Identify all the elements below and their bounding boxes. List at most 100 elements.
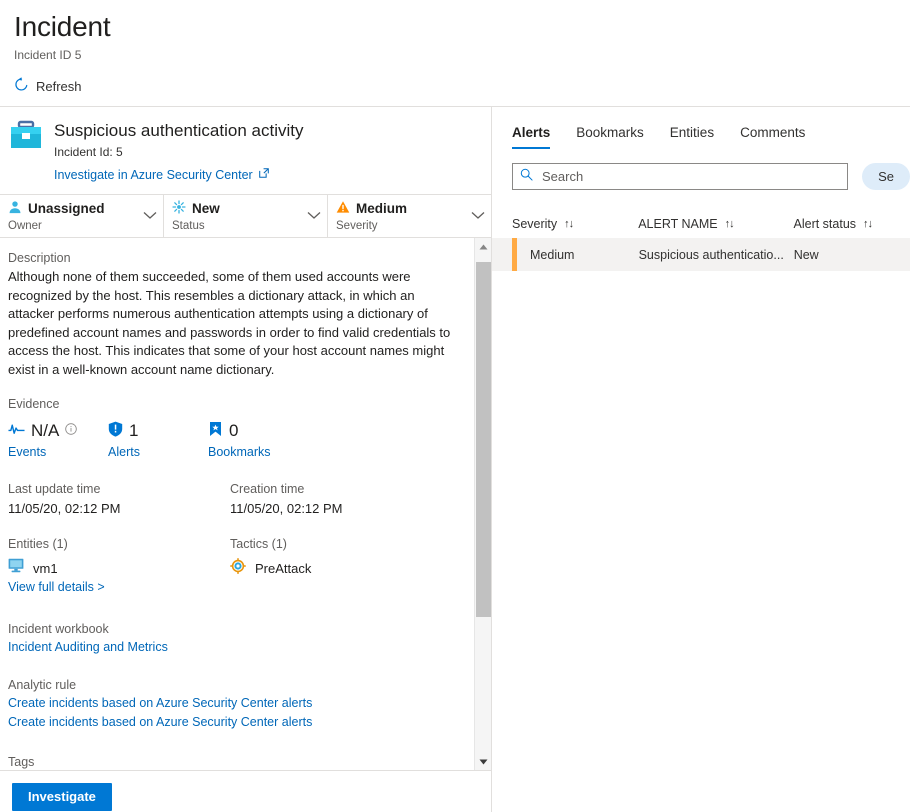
- evidence-item-bookmarks[interactable]: 0 Bookmarks: [208, 419, 308, 459]
- chevron-down-icon: [143, 207, 157, 225]
- external-link-icon: [258, 167, 270, 183]
- incident-detail-pane: Suspicious authentication activity Incid…: [0, 107, 492, 812]
- bookmarks-count: 0: [229, 421, 239, 440]
- cell-alert-status: New: [793, 247, 819, 262]
- sort-arrows-icon: ↑↓: [564, 218, 574, 230]
- search-row: Se: [492, 149, 910, 190]
- column-header-alert-name[interactable]: ALERT NAME ↑↓: [638, 217, 793, 231]
- incident-properties-bar: Unassigned Owner New Status Medium Sever…: [0, 194, 491, 238]
- events-label[interactable]: Events: [8, 445, 108, 459]
- column-header-severity[interactable]: Severity ↑↓: [512, 217, 638, 231]
- tab-comments[interactable]: Comments: [740, 125, 805, 149]
- tactics-block: Tactics (1) PreAttack: [230, 536, 452, 597]
- tags-label: Tags: [8, 755, 35, 769]
- incident-summary-header: Suspicious authentication activity Incid…: [0, 107, 491, 194]
- entities-label: Entities (1): [8, 537, 68, 551]
- column-header-severity-label: Severity: [512, 217, 558, 231]
- tab-alerts[interactable]: Alerts: [512, 125, 551, 149]
- view-full-details-link[interactable]: View full details >: [8, 578, 230, 597]
- workbook-label: Incident workbook: [8, 622, 109, 636]
- evidence-item-events[interactable]: N/A Events: [8, 419, 108, 459]
- description-section: Description Although none of them succee…: [8, 250, 460, 379]
- tab-bookmarks[interactable]: Bookmarks: [576, 125, 644, 149]
- workbook-section: Incident workbook Incident Auditing and …: [8, 621, 460, 657]
- owner-dropdown[interactable]: Unassigned Owner: [0, 195, 164, 237]
- entity-name: vm1: [33, 560, 58, 576]
- tactic-item: PreAttack: [230, 557, 452, 579]
- evidence-label: Evidence: [8, 397, 60, 411]
- investigate-button[interactable]: Investigate: [12, 782, 112, 811]
- table-row[interactable]: Medium Suspicious authenticatio... New: [492, 238, 910, 271]
- events-count: N/A: [31, 421, 60, 440]
- tab-list: Alerts Bookmarks Entities Comments: [492, 107, 910, 149]
- search-input[interactable]: [540, 168, 841, 185]
- details-scrollbar[interactable]: [474, 238, 491, 770]
- timestamps-section: Last update time 11/05/20, 02:12 PM Crea…: [8, 481, 460, 518]
- bookmark-icon: [208, 421, 223, 442]
- refresh-icon: [14, 77, 29, 95]
- scrollbar-down-arrow[interactable]: [475, 753, 491, 770]
- status-value: New: [192, 200, 220, 216]
- description-label: Description: [8, 251, 71, 265]
- search-icon: [520, 168, 533, 186]
- table-header-row: Severity ↑↓ ALERT NAME ↑↓ Alert status ↑…: [492, 210, 910, 238]
- warning-triangle-icon: [336, 200, 350, 218]
- shield-alert-icon: [108, 421, 123, 442]
- severity-label: Severity: [336, 219, 378, 232]
- column-header-alert-status[interactable]: Alert status ↑↓: [794, 217, 910, 231]
- alerts-pane: Alerts Bookmarks Entities Comments Searc…: [492, 107, 910, 812]
- page-subtitle: Incident ID 5: [14, 48, 82, 62]
- severity-value: Medium: [356, 200, 408, 216]
- severity-indicator-bar: [512, 238, 517, 271]
- description-text: Although none of them succeeded, some of…: [8, 269, 451, 377]
- tags-section: Tags: [8, 754, 460, 770]
- evidence-section: Evidence N/A Events 1 Alerts 0 Bookmarks: [8, 396, 460, 459]
- analytic-rule-link[interactable]: Create incidents based on Azure Security…: [8, 713, 460, 732]
- entity-item[interactable]: vm1: [8, 558, 230, 578]
- status-label: Status: [172, 219, 205, 232]
- analytic-rule-section: Analytic rule Create incidents based on …: [8, 677, 460, 732]
- target-icon: [230, 557, 246, 579]
- refresh-button[interactable]: Refresh: [10, 75, 86, 97]
- column-header-alert-status-label: Alert status: [793, 217, 857, 231]
- alerts-count: 1: [129, 421, 139, 440]
- incident-details-scroll-region: Description Although none of them succee…: [0, 238, 491, 770]
- host-monitor-icon: [8, 558, 24, 578]
- chevron-down-icon: [307, 207, 321, 225]
- command-bar: Refresh: [0, 63, 910, 106]
- incident-details: Description Although none of them succee…: [0, 238, 474, 770]
- search-box[interactable]: [512, 163, 849, 190]
- alerts-table: Severity ↑↓ ALERT NAME ↑↓ Alert status ↑…: [492, 210, 910, 271]
- incident-id: Incident Id: 5: [54, 145, 123, 159]
- evidence-item-alerts[interactable]: 1 Alerts: [108, 419, 208, 459]
- alerts-label[interactable]: Alerts: [108, 445, 208, 459]
- creation-time-label: Creation time: [230, 482, 305, 496]
- status-dropdown[interactable]: New Status: [164, 195, 328, 237]
- investigate-in-asc-link[interactable]: Investigate in Azure Security Center: [54, 167, 270, 183]
- scrollbar-up-arrow[interactable]: [475, 238, 491, 255]
- page-title: Incident: [14, 11, 111, 42]
- sparkle-icon: [172, 199, 186, 218]
- investigate-in-asc-label: Investigate in Azure Security Center: [54, 168, 253, 182]
- analytic-rule-link[interactable]: Create incidents based on Azure Security…: [8, 694, 460, 713]
- page-header: Incident Incident ID 5: [0, 0, 910, 63]
- chevron-down-icon: [471, 207, 485, 225]
- column-header-alert-name-label: ALERT NAME: [638, 217, 718, 231]
- severity-filter-button[interactable]: Se: [862, 163, 910, 190]
- briefcase-icon: [8, 119, 44, 184]
- tab-entities[interactable]: Entities: [670, 125, 714, 149]
- refresh-label: Refresh: [36, 78, 82, 94]
- cell-severity: Medium: [530, 247, 575, 262]
- last-update-time-label: Last update time: [8, 482, 101, 496]
- tactic-name: PreAttack: [255, 560, 312, 576]
- incident-footer: Investigate: [0, 770, 491, 812]
- bookmarks-label[interactable]: Bookmarks: [208, 445, 308, 459]
- info-circle-icon[interactable]: [65, 422, 78, 440]
- scrollbar-thumb[interactable]: [476, 262, 491, 617]
- severity-dropdown[interactable]: Medium Severity: [328, 195, 491, 237]
- owner-label: Owner: [8, 219, 42, 232]
- entities-tactics-section: Entities (1) vm1 View full details > Tac…: [8, 536, 460, 597]
- workbook-link[interactable]: Incident Auditing and Metrics: [8, 638, 460, 657]
- creation-time-value: 11/05/20, 02:12 PM: [230, 501, 343, 516]
- tactics-label: Tactics (1): [230, 537, 287, 551]
